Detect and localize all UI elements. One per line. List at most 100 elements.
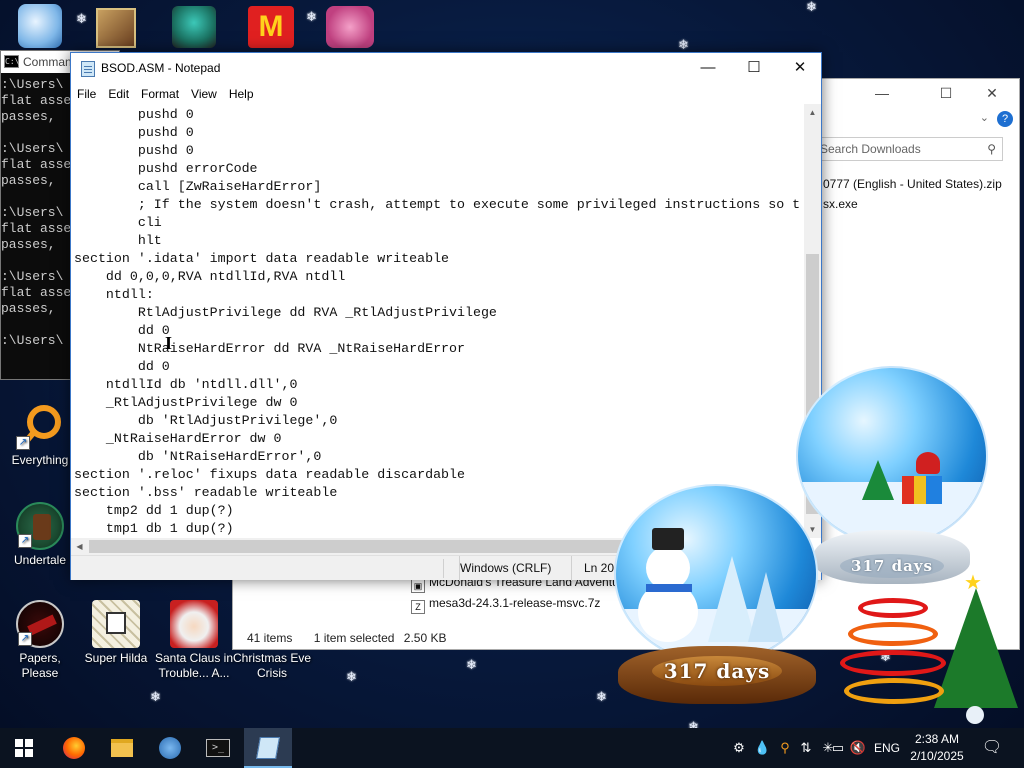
snowflake: ❄ bbox=[678, 37, 689, 52]
globe-sphere bbox=[614, 484, 818, 664]
shortcut-arrow-icon: ↗ bbox=[18, 632, 32, 646]
text-cursor-icon: I bbox=[165, 333, 173, 353]
snowflake: ❄ bbox=[806, 0, 817, 14]
network-icon[interactable]: ⇅ bbox=[798, 728, 814, 768]
folder-icon bbox=[111, 739, 133, 757]
app-taskbar-button[interactable] bbox=[146, 728, 194, 768]
taskbar: >_ ⚙ 💧 ⚲ ⇅ ✳ ▭ 🔇 ENG 2:38 AM 2/10/2025 🗨 bbox=[0, 728, 1024, 768]
desktop-icon-santa-claus[interactable]: Santa Claus in Trouble... A... bbox=[154, 600, 234, 681]
search-tray-icon[interactable]: ⚲ bbox=[776, 728, 794, 768]
status-divider bbox=[443, 559, 444, 578]
scroll-left-icon[interactable]: ◀ bbox=[71, 538, 88, 555]
snowman-hat-icon bbox=[652, 528, 684, 550]
desktop-icon-game[interactable] bbox=[172, 6, 216, 48]
notepad-icon bbox=[256, 737, 280, 759]
light-coil bbox=[848, 622, 938, 646]
desktop-icon-papers-please[interactable]: ↗ Papers, Please bbox=[0, 600, 80, 681]
desktop-icon-label: Christmas Eve Crisis bbox=[232, 651, 312, 680]
snow-globe-widget-small[interactable]: 317 days bbox=[796, 366, 992, 588]
desktop-icon-everything[interactable]: ↗ Everything bbox=[0, 402, 80, 468]
archive-icon: Z bbox=[411, 600, 425, 614]
snowflake: ❄ bbox=[306, 9, 317, 24]
desktop-icon-super-hilda[interactable]: Super Hilda bbox=[76, 600, 156, 666]
days-counter: 317 days bbox=[840, 554, 944, 578]
tray-app-icon[interactable]: ⚙ bbox=[730, 728, 748, 768]
text-editor[interactable]: pushd 0 pushd 0 pushd 0 pushd errorCode … bbox=[71, 104, 805, 538]
list-item[interactable]: sx.exe bbox=[823, 195, 858, 213]
scroll-thumb[interactable] bbox=[89, 540, 649, 553]
ribbon-expand-icon[interactable]: ⌄ bbox=[980, 111, 989, 124]
desktop-icon-label: Super Hilda bbox=[84, 651, 148, 665]
desktop-icon-pig-game[interactable] bbox=[326, 6, 374, 48]
minimize-button[interactable]: — bbox=[859, 85, 905, 101]
minimize-button[interactable]: — bbox=[685, 53, 731, 83]
maximize-button[interactable]: ☐ bbox=[731, 53, 777, 83]
undertale-icon: ↗ bbox=[16, 502, 64, 550]
cmd-icon: C:\ bbox=[4, 55, 20, 68]
light-coil bbox=[844, 678, 944, 704]
snowflake: ❄ bbox=[150, 689, 161, 704]
windows-logo-icon bbox=[15, 739, 33, 757]
globe-sphere bbox=[796, 366, 988, 546]
snow-globe-widget-large[interactable]: 317 days bbox=[612, 484, 822, 706]
water-drop-icon[interactable]: 💧 bbox=[754, 728, 770, 768]
snowflake: ❄ bbox=[76, 11, 87, 26]
clock[interactable]: 2:38 AM 2/10/2025 bbox=[904, 731, 970, 765]
volume-muted-icon[interactable]: 🔇 bbox=[848, 728, 868, 768]
menu-format[interactable]: Format bbox=[141, 84, 185, 104]
papers-please-icon: ↗ bbox=[16, 600, 64, 648]
explorer-status-bar: 41 items 1 item selected 2.50 KB bbox=[247, 631, 464, 645]
editor-content: pushd 0 pushd 0 pushd 0 pushd errorCode … bbox=[74, 107, 801, 536]
cursor-position: Ln 20, bbox=[571, 556, 617, 581]
scroll-up-icon[interactable]: ▲ bbox=[804, 104, 821, 121]
snowflake: ❄ bbox=[346, 669, 357, 684]
firefox-taskbar-button[interactable] bbox=[50, 728, 98, 768]
super-hilda-icon bbox=[92, 600, 140, 648]
notepad-titlebar[interactable]: BSOD.ASM - Notepad — ☐ ✕ bbox=[71, 53, 821, 84]
menu-view[interactable]: View bbox=[191, 84, 223, 104]
spiral-lights-widget[interactable] bbox=[838, 590, 948, 710]
desktop-icon-label: Santa Claus in Trouble... A... bbox=[154, 651, 234, 680]
selection-count: 1 item selected bbox=[313, 631, 395, 645]
line-ending: Windows (CRLF) bbox=[459, 556, 551, 581]
list-item[interactable]: Zmesa3d-24.3.1-release-msvc.7z bbox=[411, 594, 600, 614]
start-button[interactable] bbox=[0, 728, 48, 768]
close-button[interactable]: ✕ bbox=[969, 85, 1015, 102]
clock-date: 2/10/2025 bbox=[910, 749, 964, 763]
search-input[interactable]: Search Downloads ⚲ bbox=[813, 137, 1003, 161]
tree-trunk bbox=[966, 706, 984, 724]
christmas-tree-icon bbox=[862, 460, 894, 500]
maximize-button[interactable]: ☐ bbox=[923, 85, 969, 102]
menu-edit[interactable]: Edit bbox=[108, 84, 135, 104]
snowman-scarf bbox=[646, 584, 692, 592]
gift-icon bbox=[902, 476, 942, 504]
desktop-icon-mcdonalds[interactable]: M bbox=[248, 6, 294, 48]
desktop-icon-label: Undertale bbox=[13, 553, 67, 567]
santa-hat-icon bbox=[916, 452, 940, 474]
close-button[interactable]: ✕ bbox=[777, 53, 823, 83]
desktop-icon-computer[interactable] bbox=[18, 4, 62, 48]
people-icon bbox=[159, 737, 181, 759]
command-prompt-taskbar-button[interactable]: >_ bbox=[194, 728, 242, 768]
shortcut-arrow-icon: ↗ bbox=[18, 534, 32, 548]
file-icon: ▣ bbox=[411, 579, 425, 593]
display-icon[interactable]: ▭ bbox=[830, 728, 846, 768]
everything-icon: ↗ bbox=[16, 402, 64, 450]
desktop-icon-label: Papers, Please bbox=[19, 651, 61, 680]
menu-file[interactable]: File bbox=[77, 84, 102, 104]
santa-claus-icon bbox=[170, 600, 218, 648]
desktop-icon-undertale[interactable]: ↗ Undertale bbox=[0, 502, 80, 568]
search-placeholder: Search Downloads bbox=[820, 142, 921, 156]
list-item[interactable]: 0777 (English - United States).zip bbox=[823, 175, 1002, 193]
search-icon: ⚲ bbox=[987, 142, 996, 156]
help-icon[interactable]: ? bbox=[997, 111, 1013, 127]
notifications-icon[interactable]: 🗨 bbox=[980, 728, 1004, 768]
menu-help[interactable]: Help bbox=[229, 84, 260, 104]
clock-time: 2:38 AM bbox=[914, 732, 960, 746]
desktop-icon-app[interactable] bbox=[96, 8, 136, 48]
file-explorer-taskbar-button[interactable] bbox=[98, 728, 146, 768]
shortcut-arrow-icon: ↗ bbox=[16, 436, 30, 450]
notepad-taskbar-button[interactable] bbox=[244, 728, 292, 768]
language-indicator[interactable]: ENG bbox=[872, 728, 902, 768]
snowflake: ❄ bbox=[466, 657, 477, 672]
